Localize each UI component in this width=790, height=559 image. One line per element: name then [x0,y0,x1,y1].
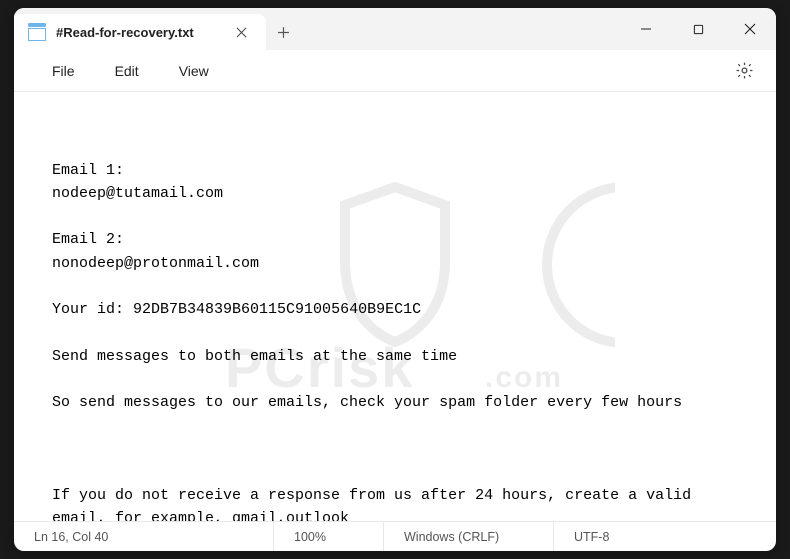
new-tab-button[interactable] [266,14,302,50]
text-line: Email 2: [52,231,124,248]
status-encoding: UTF-8 [554,522,776,551]
svg-text:PCrisk: PCrisk [225,336,414,399]
status-zoom[interactable]: 100% [274,522,384,551]
menubar: File Edit View [14,50,776,92]
text-line: Email 1: [52,162,124,179]
maximize-icon [693,24,704,35]
text-line: 92DB7B34839B60115C91005640B9EC1C [133,301,421,318]
text-editor-area[interactable]: PCrisk .com Email 1: nodeep@tutamail.com… [14,92,776,521]
text-line: If you do not receive a response from us… [52,487,700,521]
notepad-window: #Read-for-recovery.txt File Edit View [14,8,776,551]
minimize-button[interactable] [620,8,672,50]
titlebar: #Read-for-recovery.txt [14,8,776,50]
document-tab[interactable]: #Read-for-recovery.txt [14,14,266,50]
gear-icon [735,61,754,80]
status-eol: Windows (CRLF) [384,522,554,551]
menu-view[interactable]: View [159,57,229,85]
menu-file[interactable]: File [32,57,95,85]
text-line: Send messages to both emails at the same… [52,348,457,365]
close-icon [744,23,756,35]
maximize-button[interactable] [672,8,724,50]
close-tab-button[interactable] [230,20,254,44]
notepad-icon [28,23,46,41]
text-line: nonodeep@protonmail.com [52,255,259,272]
menu-edit[interactable]: Edit [95,57,159,85]
titlebar-drag-area[interactable] [302,8,620,50]
minimize-icon [640,23,652,35]
status-position: Ln 16, Col 40 [14,522,274,551]
close-window-button[interactable] [724,8,776,50]
text-line: Your id: [52,301,124,318]
tab-title: #Read-for-recovery.txt [56,25,194,40]
plus-icon [277,26,290,39]
text-line: So send messages to our emails, check yo… [52,394,682,411]
settings-button[interactable] [730,57,758,85]
statusbar: Ln 16, Col 40 100% Windows (CRLF) UTF-8 [14,521,776,551]
window-controls [620,8,776,50]
x-icon [236,27,247,38]
svg-text:.com: .com [485,361,563,394]
text-line: nodeep@tutamail.com [52,185,223,202]
